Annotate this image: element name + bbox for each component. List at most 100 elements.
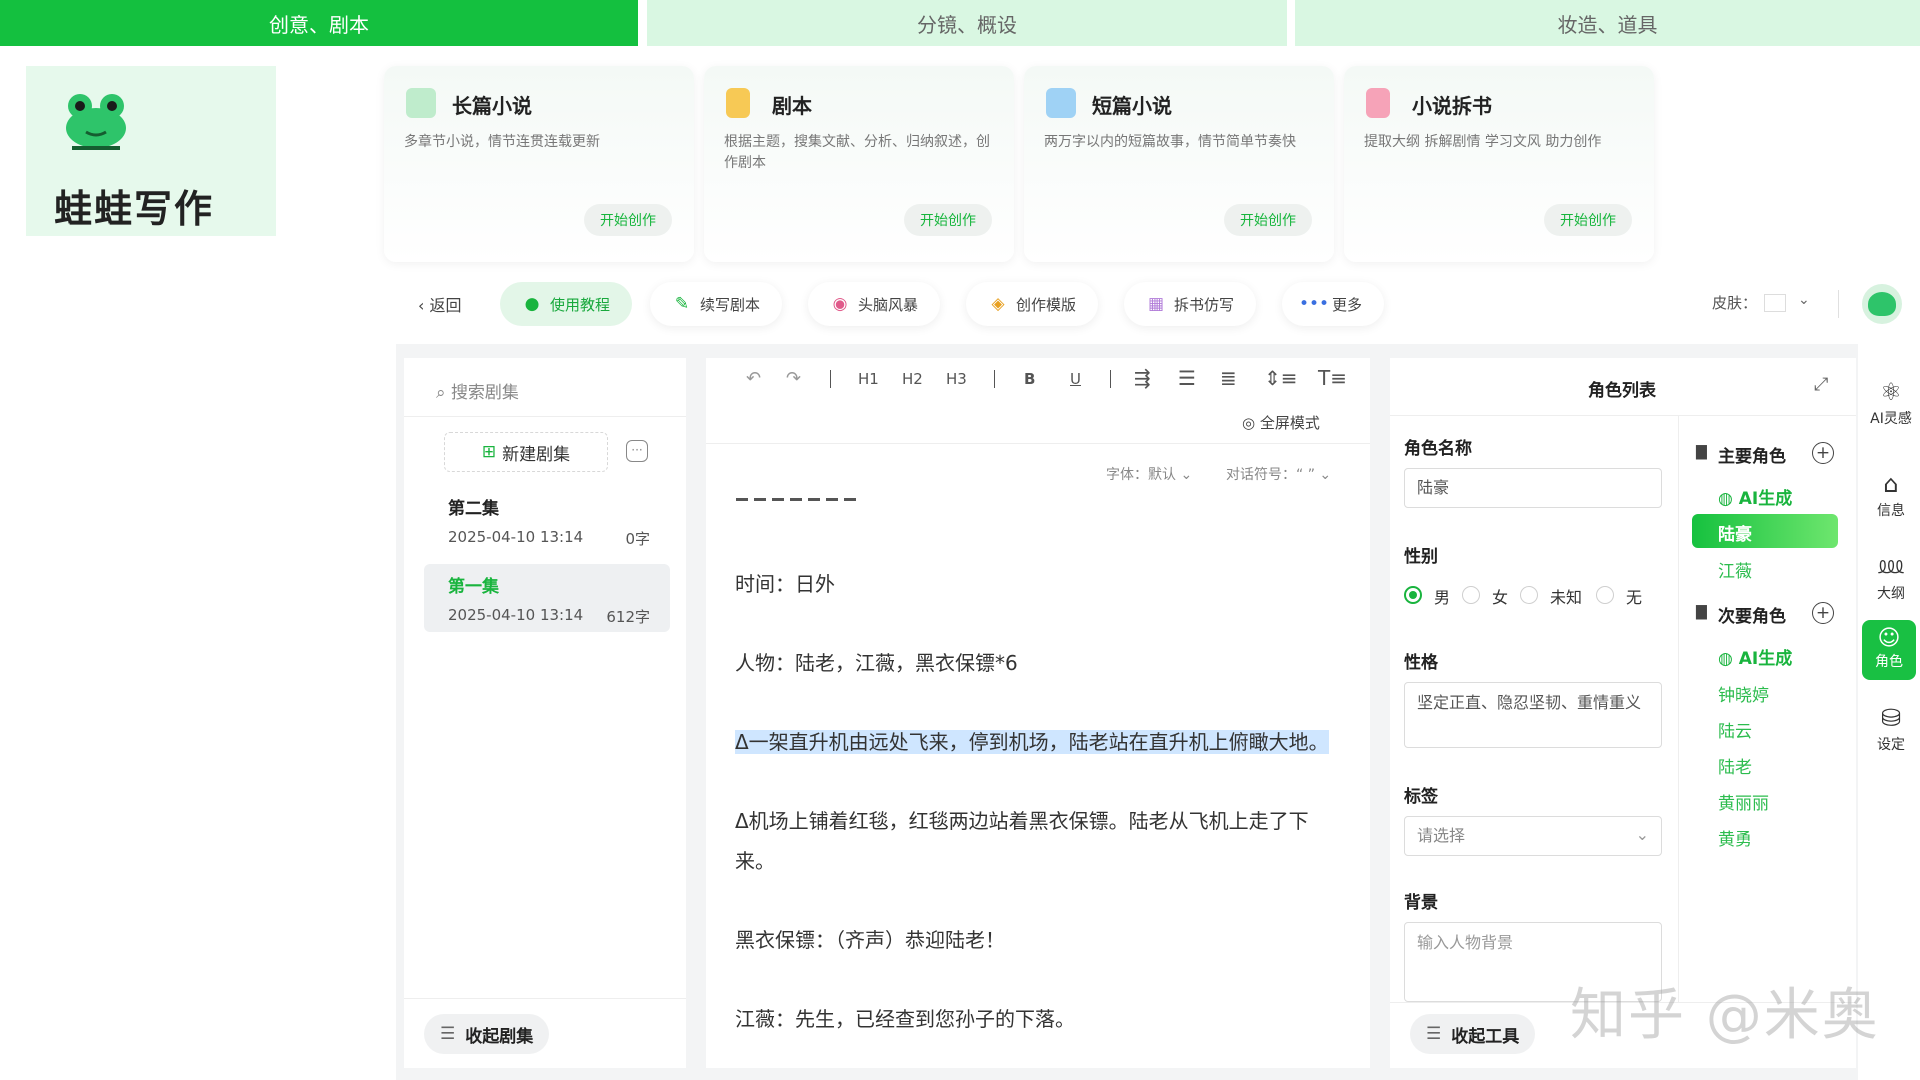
sidebar-settings[interactable]: ⛁ 设定: [1862, 704, 1920, 754]
selected-text: Δ一架直升机由远处飞来，停到机场，陆老站在直升机上俯瞰大地。: [735, 730, 1329, 754]
collapse-tools-button[interactable]: ☰ 收起工具: [1410, 1014, 1536, 1054]
gender-radio-female[interactable]: [1462, 586, 1480, 604]
secondary-role-group[interactable]: 次要角色: [1718, 602, 1786, 627]
personality-input[interactable]: 坚定正直、隐忍坚韧、重情重义: [1404, 682, 1662, 748]
role-item[interactable]: 江薇: [1718, 557, 1752, 582]
start-create-button[interactable]: 开始创作: [1224, 204, 1312, 236]
episode-menu-icon[interactable]: ···: [626, 440, 648, 462]
expand-link-icon[interactable]: ⤢: [1814, 374, 1828, 395]
episode-date: 2025-04-10 13:14: [448, 528, 584, 546]
frog-logo-icon: [66, 94, 126, 150]
collapse-label: 收起剧集: [465, 1026, 534, 1047]
search-episode[interactable]: ⌕ 搜索剧集: [436, 378, 519, 403]
sidebar-label: AI灵感: [1870, 411, 1912, 427]
card-desc: 提取大纲 拆解剧情 学习文风 助力创作: [1364, 134, 1602, 150]
chevron-down-icon: ⌄: [1635, 825, 1649, 844]
undo-icon[interactable]: ↶: [746, 368, 761, 389]
chip-imitate[interactable]: ▦ 拆书仿写: [1124, 282, 1257, 326]
tab-makeup-props[interactable]: 妆造、道具: [1295, 0, 1920, 46]
tab-creative-script[interactable]: 创意、剧本: [0, 0, 638, 46]
collapse-episodes-button[interactable]: ☰ 收起剧集: [424, 1014, 550, 1054]
chip-template[interactable]: ◈ 创作模版: [966, 282, 1099, 326]
tab-storyboard[interactable]: 分镜、概设: [647, 0, 1287, 46]
gender-option-label: 未知: [1550, 588, 1583, 607]
episode-item-active[interactable]: 第一集 2025-04-10 13:14 612字: [424, 564, 670, 632]
back-button[interactable]: ‹ 返回: [418, 292, 462, 316]
script-line[interactable]: 来。: [735, 841, 775, 881]
layers-icon: ◈: [991, 294, 1005, 314]
text-format-icon[interactable]: T≡: [1318, 366, 1347, 390]
avatar[interactable]: [1862, 284, 1902, 324]
dialog-symbol-select[interactable]: 对话符号：“ ” ⌄: [1226, 464, 1331, 484]
background-label: 背景: [1404, 893, 1438, 913]
script-line[interactable]: 时间：日外: [735, 564, 835, 604]
sidebar-label: 设定: [1877, 737, 1905, 753]
script-line[interactable]: 人物：陆老，江薇，黑衣保镖*6: [735, 643, 1018, 683]
episode-panel: ⌕ 搜索剧集 ⊞ 新建剧集 ··· 第二集 2025-04-10 13:14 0字…: [404, 358, 686, 1068]
outline-icon: ⅏: [1878, 551, 1904, 579]
start-create-button[interactable]: 开始创作: [1544, 204, 1632, 236]
script-line[interactable]: 江薇：先生，已经查到您孙子的下落。: [735, 999, 1075, 1039]
main-role-group[interactable]: 主要角色: [1718, 442, 1786, 467]
gender-radio-male[interactable]: [1404, 586, 1422, 604]
bullet-list-icon[interactable]: ☰: [1178, 366, 1196, 390]
chip-more[interactable]: ••• 更多: [1282, 282, 1385, 326]
card-desc: 两万字以内的短篇故事，情节简单节奏快: [1044, 134, 1296, 150]
script-line-selected[interactable]: Δ一架直升机由远处飞来，停到机场，陆老站在直升机上俯瞰大地。: [735, 722, 1329, 762]
underline-button[interactable]: U: [1070, 370, 1081, 388]
role-item[interactable]: 陆老: [1718, 753, 1752, 778]
h2-button[interactable]: H2: [902, 370, 923, 388]
skin-swatch[interactable]: [1764, 294, 1786, 312]
role-item[interactable]: 陆云: [1718, 717, 1752, 742]
role-name-label: 角色名称: [1404, 439, 1472, 459]
chip-label: 头脑风暴: [858, 295, 919, 314]
episode-item[interactable]: 第二集 2025-04-10 13:14 0字: [424, 486, 670, 552]
role-item-selected[interactable]: 陆豪: [1692, 514, 1838, 548]
quote-icon[interactable]: ⇶: [1134, 366, 1151, 390]
watermark: 知乎 @米奥: [1570, 983, 1880, 1048]
line-height-icon[interactable]: ⇕≡: [1264, 366, 1298, 390]
chip-continue-script[interactable]: ✎ 续写剧本: [650, 282, 783, 326]
role-name-input[interactable]: 陆豪: [1404, 468, 1662, 508]
chip-tutorial[interactable]: ● 使用教程: [500, 282, 633, 326]
script-line[interactable]: 黑衣保镖：（齐声）恭迎陆老！: [735, 920, 1005, 960]
add-secondary-role-icon[interactable]: +: [1812, 602, 1834, 624]
chevron-down-icon[interactable]: ⌄: [1798, 292, 1810, 308]
add-main-role-icon[interactable]: +: [1812, 442, 1834, 464]
panel-divider: [404, 998, 686, 999]
ordered-list-icon[interactable]: ≣: [1220, 366, 1237, 390]
bold-button[interactable]: B: [1024, 370, 1035, 388]
sidebar-info[interactable]: ⌂ 信息: [1862, 470, 1920, 520]
role-list-divider: [1678, 416, 1679, 1002]
start-create-button[interactable]: 开始创作: [584, 204, 672, 236]
card-short-novel[interactable]: 短篇小说 两万字以内的短篇故事，情节简单节奏快 开始创作: [1024, 66, 1334, 262]
h3-button[interactable]: H3: [946, 370, 967, 388]
chip-brainstorm[interactable]: ◉ 头脑风暴: [808, 282, 941, 326]
card-book-breakdown[interactable]: 小说拆书 提取大纲 拆解剧情 学习文风 助力创作 开始创作: [1344, 66, 1654, 262]
card-desc: 多章节小说，情节连贯连载更新: [404, 134, 600, 150]
card-long-novel[interactable]: 长篇小说 多章节小说，情节连贯连载更新 开始创作: [384, 66, 694, 262]
h1-button[interactable]: H1: [858, 370, 879, 388]
role-item[interactable]: 黄丽丽: [1718, 789, 1769, 814]
card-script[interactable]: 剧本 根据主题，搜集文献、分析、归纳叙述，创作剧本 开始创作: [704, 66, 1014, 262]
fullscreen-icon: ◎: [1242, 414, 1260, 432]
script-line[interactable]: Δ机场上铺着红毯，红毯两边站着黑衣保镖。陆老从飞机上走了下: [735, 801, 1309, 841]
redo-icon[interactable]: ↷: [786, 368, 801, 389]
sidebar-outline[interactable]: ⅏ 大纲: [1862, 548, 1920, 603]
role-item[interactable]: 钟晓婷: [1718, 681, 1769, 706]
ai-generate-secondary[interactable]: ◍ AI生成: [1718, 644, 1792, 669]
apps-add-icon: ⊞: [481, 442, 497, 462]
ai-generate-main[interactable]: ◍ AI生成: [1718, 484, 1792, 509]
fullscreen-button[interactable]: ◎ 全屏模式: [1242, 412, 1320, 433]
brand-name: 蛙蛙写作: [54, 187, 215, 231]
font-select[interactable]: 字体：默认 ⌄: [1106, 464, 1192, 484]
lightbulb-icon: ◉: [832, 294, 848, 314]
sidebar-ai-inspiration[interactable]: ⚛ AI灵感: [1862, 378, 1920, 428]
tag-select[interactable]: 请选择 ⌄: [1404, 816, 1662, 856]
gender-radio-none[interactable]: [1596, 586, 1614, 604]
start-create-button[interactable]: 开始创作: [904, 204, 992, 236]
gender-radio-unknown[interactable]: [1520, 586, 1538, 604]
sidebar-role-active[interactable]: ☺ 角色: [1862, 620, 1916, 680]
new-episode-button[interactable]: ⊞ 新建剧集: [444, 432, 608, 472]
role-item[interactable]: 黄勇: [1718, 825, 1752, 850]
